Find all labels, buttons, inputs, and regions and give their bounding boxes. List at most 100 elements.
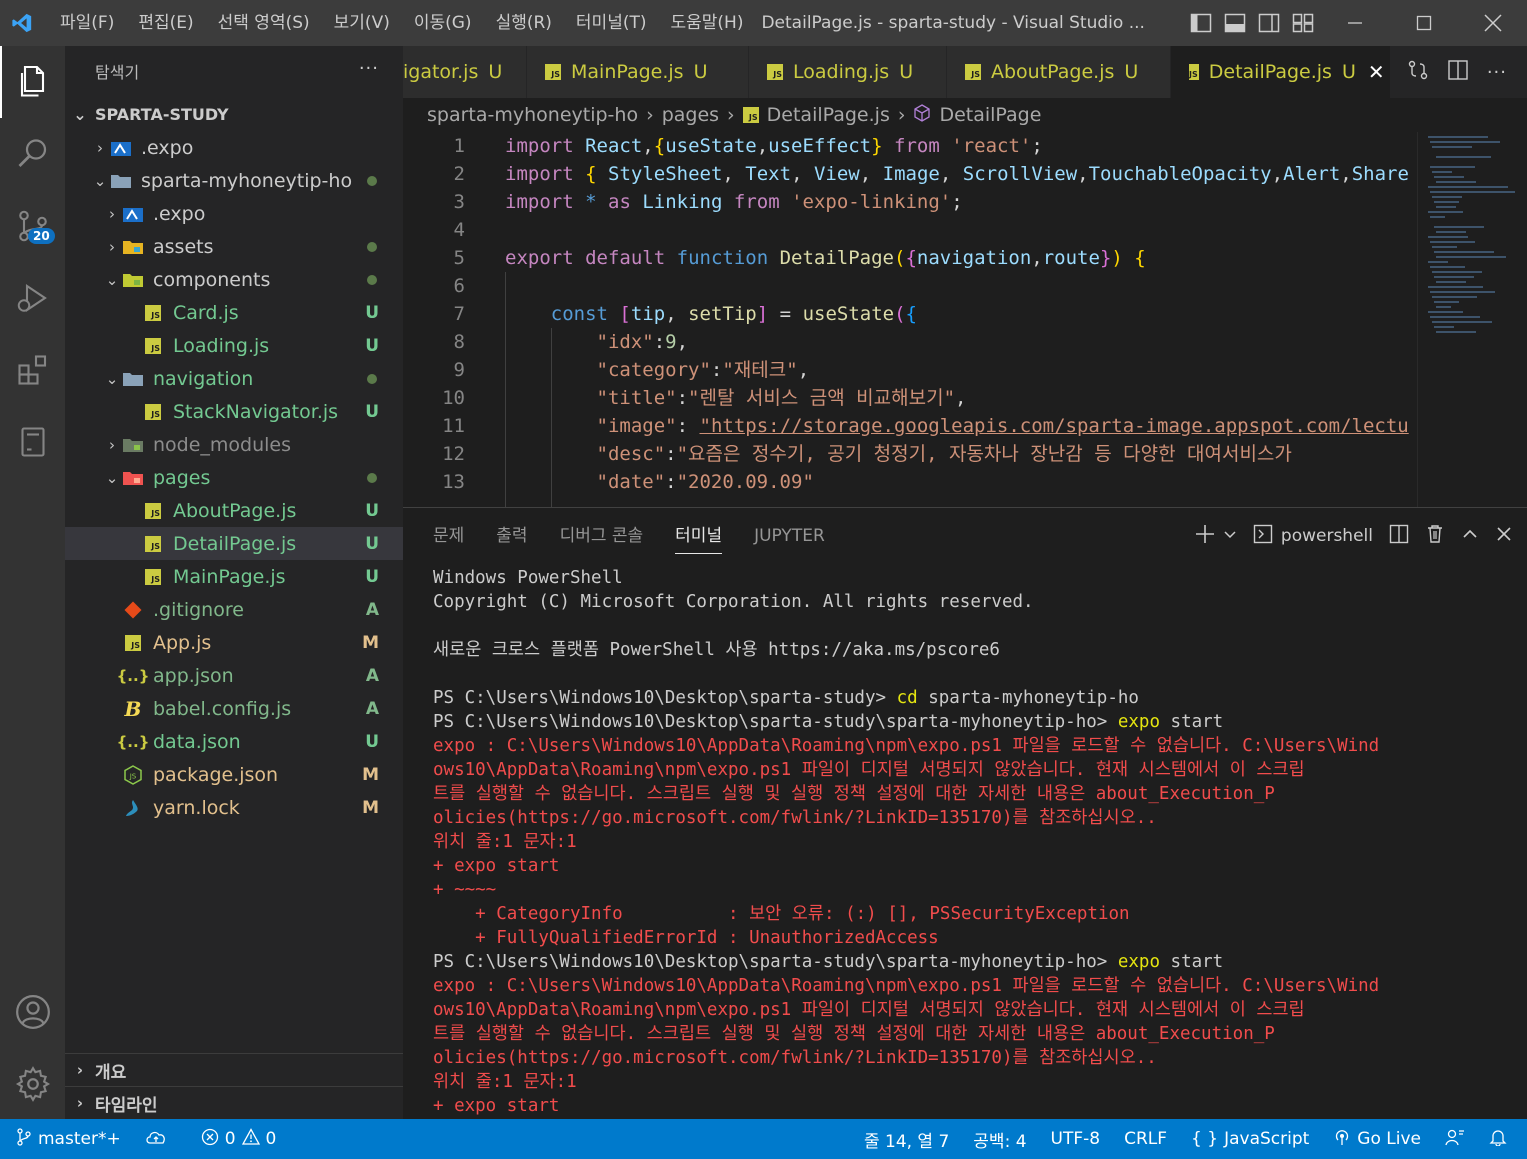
customize-layout-icon[interactable] xyxy=(1292,13,1314,33)
run-debug-icon[interactable] xyxy=(0,262,65,334)
breadcrumb-item[interactable]: sparta-myhoneytip-ho xyxy=(427,104,638,126)
tree-item-app-js[interactable]: JS App.js M xyxy=(65,626,403,659)
tree-item-yarn-lock[interactable]: yarn.lock M xyxy=(65,791,403,824)
extensions-icon[interactable] xyxy=(0,334,65,406)
tree-item-node-modules[interactable]: › node_modules xyxy=(65,428,403,461)
code-editor[interactable]: 1 import React,{useState,useEffect} from … xyxy=(403,132,1527,507)
minimize-button[interactable] xyxy=(1320,0,1389,46)
search-icon[interactable] xyxy=(0,118,65,190)
tree-item-detailpage-js[interactable]: JS DetailPage.js U xyxy=(65,527,403,560)
workspace-root[interactable]: ⌄ SPARTA-STUDY xyxy=(65,98,403,131)
tree-item-label: sparta-myhoneytip-ho xyxy=(141,169,353,192)
toggle-panel-icon[interactable] xyxy=(1224,13,1246,33)
terminal-line: olicies(https://go.microsoft.com/fwlink/… xyxy=(433,1048,1157,1068)
tab-jupyter[interactable]: JUPYTER xyxy=(738,508,841,564)
tree-item-card-js[interactable]: JS Card.js U xyxy=(65,296,403,329)
tree-item-expo-inner[interactable]: › .expo xyxy=(65,197,403,230)
tree-item-gitignore[interactable]: .gitignore A xyxy=(65,593,403,626)
close-tab-icon[interactable]: ✕ xyxy=(1368,60,1385,84)
split-editor-icon[interactable] xyxy=(1447,59,1469,85)
breadcrumb-item[interactable]: DetailPage.js xyxy=(767,104,890,126)
tree-item-loading-js[interactable]: JS Loading.js U xyxy=(65,329,403,362)
menu-run[interactable]: 실행(R) xyxy=(484,0,564,46)
menu-terminal[interactable]: 터미널(T) xyxy=(564,0,659,46)
go-live-button[interactable]: Go Live xyxy=(1321,1119,1433,1159)
tab-debug-console[interactable]: 디버그 콘솔 xyxy=(544,508,660,564)
git-status-untracked: U xyxy=(365,401,379,422)
maximize-panel-icon[interactable] xyxy=(1461,525,1479,548)
tab-mainpage[interactable]: JS MainPage.js U xyxy=(527,46,749,98)
tree-item-babel-config[interactable]: B babel.config.js A xyxy=(65,692,403,725)
more-actions-icon[interactable]: ··· xyxy=(1487,62,1507,83)
cursor-position[interactable]: 줄 14, 열 7 xyxy=(852,1119,961,1159)
tree-item-aboutpage-js[interactable]: JS AboutPage.js U xyxy=(65,494,403,527)
maximize-button[interactable] xyxy=(1389,0,1458,46)
tree-item-assets[interactable]: › assets xyxy=(65,230,403,263)
trash-icon[interactable] xyxy=(1425,524,1445,549)
tree-item-stacknavigator-js[interactable]: JS StackNavigator.js U xyxy=(65,395,403,428)
terminal-shell-selector[interactable]: powershell xyxy=(1253,524,1373,549)
breadcrumb-item[interactable]: pages xyxy=(662,104,719,126)
toggle-secondary-sidebar-icon[interactable] xyxy=(1258,13,1280,33)
remote-explorer-icon[interactable] xyxy=(0,406,65,478)
code-line: 13 "date":"2020.09.09" xyxy=(403,468,1417,496)
menu-edit[interactable]: 편집(E) xyxy=(126,0,205,46)
encoding[interactable]: UTF-8 xyxy=(1039,1119,1113,1159)
menu-help[interactable]: 도움말(H) xyxy=(659,0,756,46)
close-window-button[interactable] xyxy=(1458,0,1527,46)
sync-button[interactable] xyxy=(133,1119,179,1159)
menu-file[interactable]: 파일(F) xyxy=(48,0,126,46)
terminal-output[interactable]: Windows PowerShell Copyright (C) Microsof… xyxy=(433,566,1513,1118)
git-status-modified: M xyxy=(362,632,379,653)
tab-output[interactable]: 출력 xyxy=(480,508,543,564)
git-status-dot xyxy=(367,472,377,483)
tree-item-package-json[interactable]: JS package.json M xyxy=(65,758,403,791)
language-mode[interactable]: { } JavaScript xyxy=(1179,1119,1321,1159)
tree-item-navigation[interactable]: ⌄ navigation xyxy=(65,362,403,395)
tree-item-data-json[interactable]: {..} data.json U xyxy=(65,725,403,758)
menu-go[interactable]: 이동(G) xyxy=(402,0,484,46)
tree-item-app-json[interactable]: {..} app.json A xyxy=(65,659,403,692)
tree-item-mainpage-js[interactable]: JS MainPage.js U xyxy=(65,560,403,593)
more-actions-button[interactable]: ··· xyxy=(359,58,379,79)
feedback-button[interactable] xyxy=(1433,1119,1477,1159)
minimap[interactable] xyxy=(1417,132,1527,507)
tab-terminal[interactable]: 터미널 xyxy=(659,508,738,564)
chevron-down-icon[interactable] xyxy=(1223,526,1237,546)
git-icon xyxy=(121,599,145,621)
terminal-actions: powershell xyxy=(1195,508,1513,564)
split-terminal-icon[interactable] xyxy=(1389,524,1409,549)
tree-item-project-folder[interactable]: ⌄ sparta-myhoneytip-ho xyxy=(65,164,403,197)
menu-selection[interactable]: 선택 영역(S) xyxy=(206,0,322,46)
tab-label: DetailPage.js xyxy=(1208,61,1332,83)
toggle-primary-sidebar-icon[interactable] xyxy=(1190,13,1212,33)
tab-problems[interactable]: 문제 xyxy=(433,508,480,564)
source-control-icon[interactable]: 20 xyxy=(0,190,65,262)
outline-section[interactable]: › 개요 xyxy=(65,1053,403,1086)
tree-item-components[interactable]: ⌄ components xyxy=(65,263,403,296)
git-status-untracked: U xyxy=(365,335,379,356)
tab-detailpage[interactable]: JS DetailPage.js U ✕ xyxy=(1171,46,1391,98)
branch-indicator[interactable]: master*+ xyxy=(0,1119,133,1159)
tree-item-expo[interactable]: › .expo xyxy=(65,131,403,164)
timeline-section[interactable]: › 타임라인 xyxy=(65,1086,403,1119)
new-terminal-icon[interactable] xyxy=(1195,524,1215,549)
end-of-line[interactable]: CRLF xyxy=(1112,1119,1179,1159)
problems-indicator[interactable]: 0 0 xyxy=(189,1119,289,1159)
tab-stacknavigator[interactable]: igator.js U xyxy=(403,46,527,98)
breadcrumb-item[interactable]: DetailPage xyxy=(939,104,1041,126)
explorer-icon[interactable] xyxy=(0,46,65,118)
tree-item-pages[interactable]: ⌄ pages xyxy=(65,461,403,494)
expo-folder-icon xyxy=(121,203,145,225)
tab-aboutpage[interactable]: JS AboutPage.js U xyxy=(947,46,1171,98)
settings-gear-icon[interactable] xyxy=(0,1048,65,1120)
menu-view[interactable]: 보기(V) xyxy=(322,0,402,46)
accounts-icon[interactable] xyxy=(0,976,65,1048)
notifications-button[interactable] xyxy=(1477,1119,1527,1159)
compare-changes-icon[interactable] xyxy=(1407,59,1429,85)
close-panel-icon[interactable] xyxy=(1495,525,1513,548)
indentation[interactable]: 공백: 4 xyxy=(961,1119,1038,1159)
line-number: 8 xyxy=(453,331,465,353)
tab-loading[interactable]: JS Loading.js U xyxy=(749,46,947,98)
minimap-line xyxy=(1436,281,1466,283)
